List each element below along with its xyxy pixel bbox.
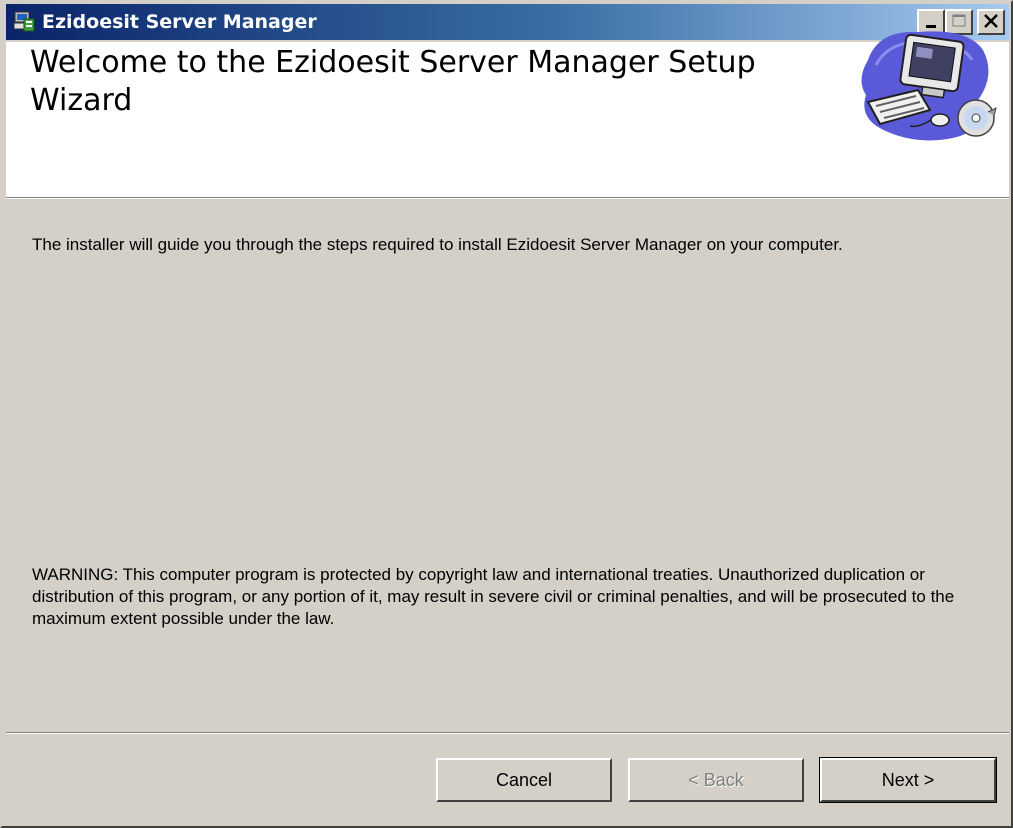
page-title: Welcome to the Ezidoesit Server Manager …	[30, 45, 756, 118]
intro-text: The installer will guide you through the…	[32, 235, 843, 254]
installer-icon	[12, 10, 36, 34]
banner-divider	[6, 198, 1009, 199]
back-button[interactable]: < Back	[628, 758, 804, 802]
computer-setup-icon	[848, 20, 998, 155]
setup-window: Ezidoesit Server Manager Welcome to the …	[0, 0, 1013, 828]
footer-divider-highlight	[6, 733, 1009, 734]
cancel-button[interactable]: Cancel	[436, 758, 612, 802]
copyright-warning: WARNING: This computer program is protec…	[32, 565, 955, 628]
window-title: Ezidoesit Server Manager	[42, 11, 317, 33]
next-button[interactable]: Next >	[819, 757, 997, 803]
